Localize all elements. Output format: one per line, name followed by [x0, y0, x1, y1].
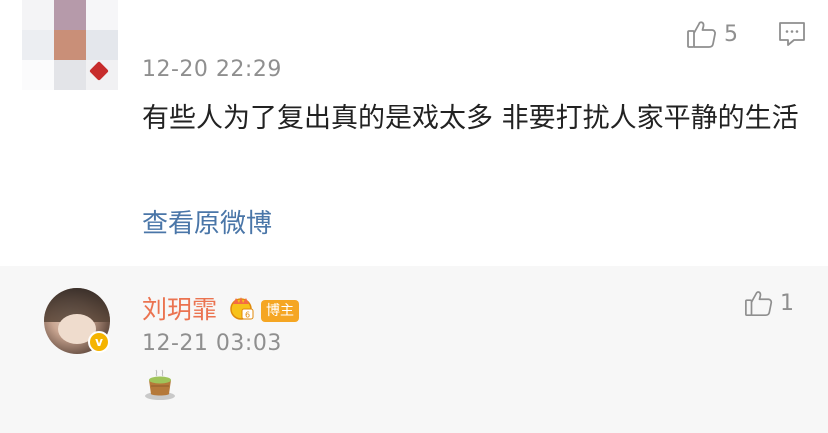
reply-like-count: 1 — [780, 290, 794, 316]
comment-like-button[interactable]: 5 — [686, 18, 738, 50]
thumbs-up-icon — [687, 21, 716, 48]
reply-like-button[interactable]: 1 — [744, 288, 794, 318]
svg-text:6: 6 — [245, 311, 250, 320]
thumbs-up-icon — [745, 291, 773, 317]
reply-button[interactable] — [777, 20, 807, 48]
comment-text: 有些人为了复出真的是戏太多 非要打扰人家平静的生活 — [142, 103, 799, 134]
host-badge: 博主 — [261, 300, 299, 322]
crown-icon: 6 — [230, 297, 254, 320]
reply-timestamp: 12-21 03:03 — [142, 331, 282, 356]
reply-username[interactable]: 刘玥霏 — [142, 290, 217, 326]
tea-cup-icon — [145, 369, 175, 400]
comment-card: 12-20 22:29 5 有些人为了复出真的是戏太多 非要打扰人家平静的生活 … — [0, 0, 828, 266]
comment-like-count: 5 — [724, 21, 738, 47]
blurred-avatar[interactable] — [22, 0, 118, 90]
comment-timestamp: 12-20 22:29 — [142, 57, 282, 82]
view-original-weibo-link[interactable]: 查看原微博 — [142, 203, 272, 240]
reply-card — [0, 266, 828, 433]
comment-bubble-icon — [779, 22, 805, 46]
verified-badge-icon: v — [88, 331, 110, 353]
